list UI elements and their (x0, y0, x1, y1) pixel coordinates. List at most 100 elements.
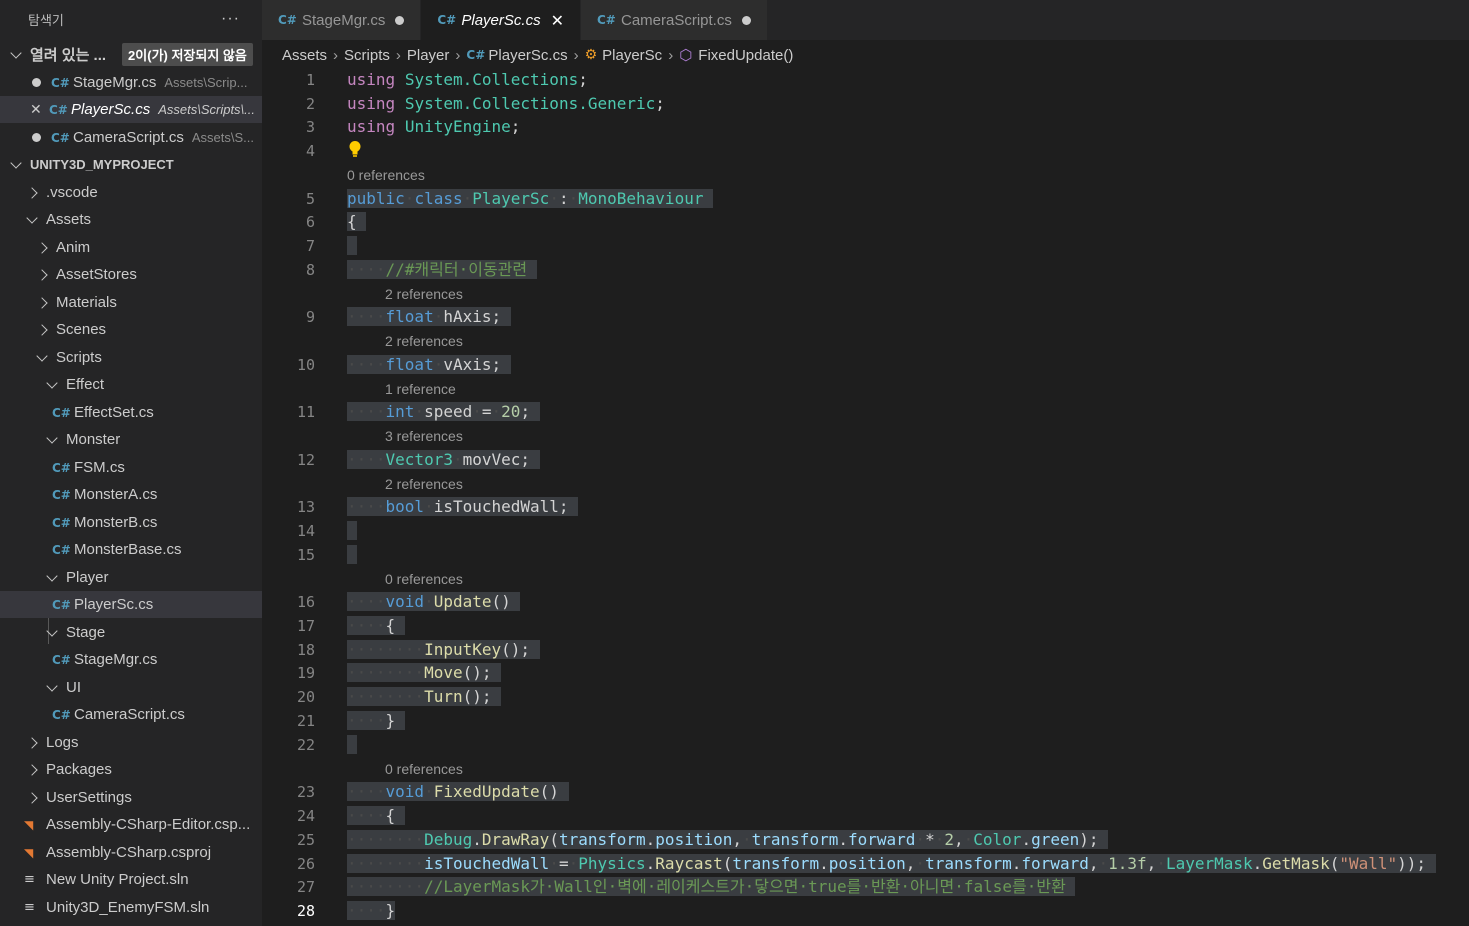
tree-folder-anim[interactable]: Anim (0, 234, 262, 261)
line-number: 28 (296, 902, 315, 920)
codelens-references[interactable]: 0 references (347, 165, 425, 185)
tree-file-effectset[interactable]: C# EffectSet.cs (0, 399, 262, 426)
code-line: ····void·FixedUpdate() (347, 781, 569, 803)
open-editor-item[interactable]: C# StageMgr.cs Assets\Scrip... (0, 69, 262, 96)
codelens-references[interactable]: 0 references (385, 759, 463, 779)
tree-folder-scenes[interactable]: Scenes (0, 316, 262, 343)
line-number: 14 (296, 522, 315, 540)
breadcrumb-method[interactable]: FixedUpdate() (698, 47, 793, 64)
code-line: ····} (347, 901, 396, 920)
tree-label: Scenes (56, 321, 107, 338)
code-line: using System.Collections.Generic; (347, 94, 665, 113)
tree-label: Materials (56, 294, 117, 311)
code-line: public·class·PlayerSc·:·MonoBehaviour (347, 188, 714, 210)
tree-file-newunity-sln[interactable]: ≡ New Unity Project.sln (0, 866, 262, 893)
project-section[interactable]: UNITY3D_MYPROJECT (0, 151, 262, 178)
explorer-title: 탐색기 (28, 12, 64, 28)
open-editor-item[interactable]: ✕ C# PlayerSc.cs Assets\Scripts\... (0, 96, 262, 123)
tab-stagemgr[interactable]: C# StageMgr.cs (262, 0, 422, 40)
code-line: ····Vector3·movVec; (347, 449, 540, 471)
tree-folder-monster[interactable]: Monster (0, 426, 262, 453)
tree-label: Anim (56, 239, 91, 256)
tree-folder-player[interactable]: Player (0, 564, 262, 591)
tab-bar: C# StageMgr.cs C# PlayerSc.cs ✕ C# Camer… (262, 0, 1469, 40)
chevron-down-icon (44, 679, 60, 692)
codelens-references[interactable]: 2 references (385, 474, 463, 494)
tree-file-monstera[interactable]: C# MonsterA.cs (0, 481, 262, 508)
tree-file-playersc[interactable]: C# PlayerSc.cs (0, 591, 262, 618)
tree-file-enemyfsm-sln[interactable]: ≡ Unity3D_EnemyFSM.sln (0, 894, 262, 921)
breadcrumb: Assets › Scripts › Player › C# PlayerSc.… (262, 40, 1469, 70)
tree-folder-effect[interactable]: Effect (0, 371, 262, 398)
breadcrumb-file[interactable]: PlayerSc.cs (488, 47, 567, 64)
open-editors-section[interactable]: 열려 있는 ... 2이(가) 저장되지 않음 (0, 41, 262, 68)
lightbulb-icon[interactable] (348, 140, 362, 158)
tree-label: Player (66, 569, 109, 586)
codelens-references[interactable]: 2 references (385, 284, 463, 304)
code-line: { (347, 211, 367, 233)
chevron-right-icon (34, 296, 50, 309)
tree-folder-packages[interactable]: Packages (0, 756, 262, 783)
code-line: ····{ (347, 615, 405, 637)
chevron-down-icon (44, 376, 60, 389)
unsaved-dot-icon[interactable] (741, 15, 751, 25)
tree-file-stagemgr[interactable]: C# StageMgr.cs (0, 646, 262, 673)
breadcrumb-scripts[interactable]: Scripts (344, 47, 390, 64)
tree-folder-assetstores[interactable]: AssetStores (0, 261, 262, 288)
tree-file-monsterbase[interactable]: C# MonsterBase.cs (0, 536, 262, 563)
tab-playersc[interactable]: C# PlayerSc.cs ✕ (421, 0, 581, 40)
line-number: 20 (296, 688, 315, 706)
tree-folder-ui[interactable]: UI (0, 674, 262, 701)
more-actions-button[interactable]: ··· (221, 10, 240, 28)
line-number: 24 (296, 807, 315, 825)
codelens-references[interactable]: 1 reference (385, 379, 456, 399)
code-line: ····int·speed·=·20; (347, 401, 540, 423)
line-number: 21 (296, 712, 315, 730)
chevron-right-icon (34, 268, 50, 281)
tree-file-monsterb[interactable]: C# MonsterB.cs (0, 509, 262, 536)
open-editor-name: CameraScript.cs (73, 129, 184, 146)
close-icon[interactable]: ✕ (551, 11, 564, 30)
tab-label: StageMgr.cs (302, 11, 386, 29)
tree-label: Packages (46, 761, 112, 778)
breadcrumb-assets[interactable]: Assets (282, 47, 327, 64)
chevron-down-icon (44, 431, 60, 444)
tree-label: Assembly-CSharp-Editor.csp... (46, 816, 251, 833)
tree-folder-vscode[interactable]: .vscode (0, 179, 262, 206)
unsaved-dot-icon[interactable] (395, 15, 405, 25)
codelens-references[interactable]: 3 references (385, 426, 463, 446)
code-line: ····float·vAxis; (347, 354, 511, 376)
tree-file-editor-csproj[interactable]: ◥ Assembly-CSharp-Editor.csp... (0, 811, 262, 838)
code-line (347, 734, 357, 756)
tree-folder-logs[interactable]: Logs (0, 729, 262, 756)
tree-folder-stage[interactable]: Stage (0, 619, 262, 646)
tab-camerascript[interactable]: C# CameraScript.cs (580, 0, 768, 40)
code-editor[interactable]: 1 2 3 4 5 6 7 8 9 10 11 12 13 14 15 16 1… (262, 70, 1469, 926)
tree-file-fsm[interactable]: C# FSM.cs (0, 454, 262, 481)
tree-folder-assets[interactable]: Assets (0, 206, 262, 233)
tree-folder-materials[interactable]: Materials (0, 289, 262, 316)
csharp-file-icon: C# (52, 652, 71, 667)
codelens-references[interactable]: 2 references (385, 331, 463, 351)
line-number: 17 (296, 617, 315, 635)
line-number: 6 (305, 213, 315, 231)
list-file-icon: ≡ (24, 900, 35, 915)
codelens-references[interactable]: 0 references (385, 569, 463, 589)
close-icon[interactable]: ✕ (30, 102, 43, 118)
open-editor-item[interactable]: C# CameraScript.cs Assets\S... (0, 124, 262, 151)
tree-file-camerascript[interactable]: C# CameraScript.cs (0, 701, 262, 728)
csharp-file-icon: C# (51, 130, 70, 145)
tab-label: PlayerSc.cs (461, 11, 541, 29)
tree-label: Effect (66, 376, 105, 393)
tree-folder-usersettings[interactable]: UserSettings (0, 784, 262, 811)
csharp-file-icon: C# (49, 102, 68, 117)
code-line (347, 520, 357, 542)
line-number: 11 (296, 403, 315, 421)
code-line (347, 235, 357, 257)
breadcrumb-player[interactable]: Player (407, 47, 450, 64)
unsaved-dot-icon[interactable] (32, 133, 41, 142)
tree-file-csproj[interactable]: ◥ Assembly-CSharp.csproj (0, 839, 262, 866)
breadcrumb-class[interactable]: PlayerSc (602, 47, 662, 64)
tree-folder-scripts[interactable]: Scripts (0, 344, 262, 371)
unsaved-dot-icon[interactable] (32, 78, 41, 87)
